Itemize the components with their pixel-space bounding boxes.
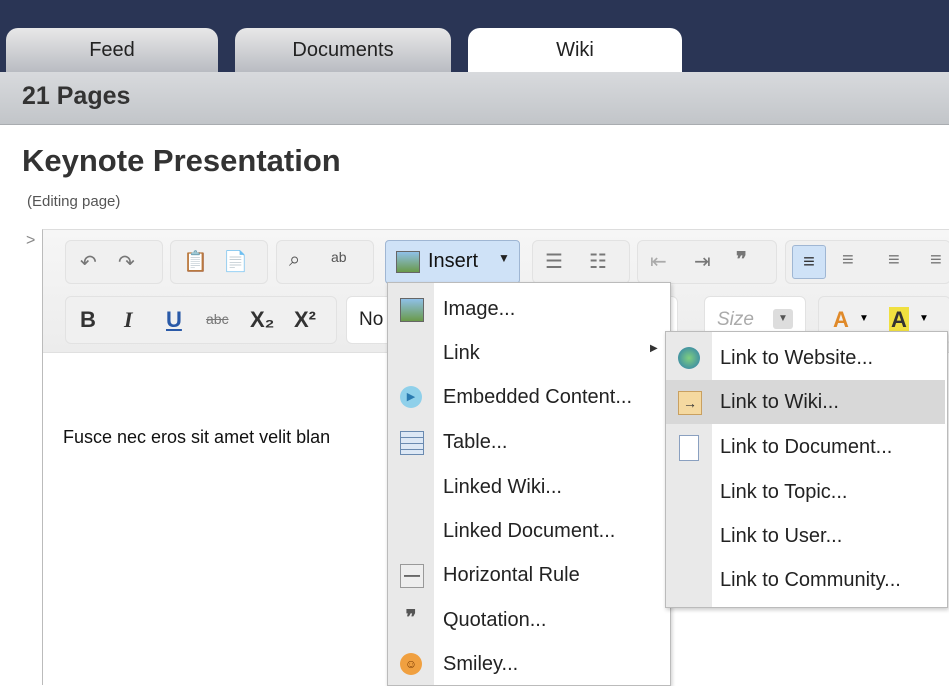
horizontal-rule-icon: — [400,564,424,588]
bullet-list-icon[interactable]: ☷ [589,249,607,274]
submenu-item-link-wiki[interactable]: → Link to Wiki... [666,380,945,424]
submenu-arrow-icon: ▶ [650,343,658,354]
globe-icon [678,347,700,369]
insert-button-label: Insert [428,250,479,272]
align-right-icon[interactable]: ≡ [888,249,900,272]
align-center-icon[interactable]: ≡ [842,249,854,272]
size-chevron-down-icon: ▼ [773,309,793,329]
submenu-item-link-website-label: Link to Website... [720,347,874,369]
chevron-down-icon: ▼ [498,251,510,265]
submenu-item-link-community-label: Link to Community... [720,569,901,591]
submenu-item-link-user-label: Link to User... [720,525,843,547]
strikethrough-button[interactable]: abc [206,311,229,327]
menu-item-linked-document-label: Linked Document... [443,520,616,542]
menu-item-embedded-content-label: Embedded Content... [443,386,633,408]
menu-item-embedded-content[interactable]: ▶ Embedded Content... [388,375,668,419]
find-group: ⌕ ab [276,240,374,284]
underline-button[interactable]: U [166,307,182,333]
submenu-item-link-document-label: Link to Document... [720,436,893,458]
submenu-item-link-topic-label: Link to Topic... [720,481,848,503]
smiley-icon: ☺ [400,653,422,675]
submenu-item-link-wiki-label: Link to Wiki... [720,391,839,413]
menu-item-link-label: Link [443,342,480,364]
submenu-item-link-website[interactable]: Link to Website... [666,336,945,380]
indent-icon[interactable]: ⇥ [694,249,711,274]
bold-button[interactable]: B [80,307,96,333]
menu-item-smiley[interactable]: ☺ Smiley... [388,642,668,684]
collapse-toggle-icon[interactable]: > [26,232,35,250]
align-left-icon[interactable]: ≡ [792,245,826,279]
menu-item-table[interactable]: Table... [388,420,668,464]
menu-item-quotation[interactable]: ❞ Quotation... [388,598,668,642]
menu-item-image-label: Image... [443,298,516,320]
text-color-icon[interactable]: A [833,307,849,333]
list-group: ☰ ☷ [532,240,630,284]
tab-feed-label: Feed [89,39,135,61]
menu-item-table-label: Table... [443,431,508,453]
subscript-button[interactable]: X₂ [250,307,274,333]
menu-item-linked-document[interactable]: Linked Document... [388,509,668,553]
indent-group: ⇤ ⇥ ❞ [637,240,777,284]
quotation-icon: ❞ [405,607,417,629]
paste-group: 📋 📄 [170,240,268,284]
wiki-link-icon: → [678,391,702,415]
submenu-item-link-community[interactable]: Link to Community... [666,558,945,602]
pages-count: 21 Pages [22,82,131,110]
menu-item-quotation-label: Quotation... [443,609,547,631]
play-icon: ▶ [400,386,422,408]
menu-item-horizontal-rule[interactable]: — Horizontal Rule [388,553,668,597]
tab-documents-label: Documents [292,39,394,61]
menu-item-link[interactable]: Link ▶ [388,331,668,375]
menu-item-smiley-label: Smiley... [443,653,519,675]
undo-icon[interactable]: ↶ [80,250,97,275]
outdent-icon[interactable]: ⇤ [650,249,667,274]
paste-icon[interactable]: 📋 [183,249,208,274]
find-icon[interactable]: ⌕ [289,249,300,272]
submenu-item-link-topic[interactable]: Link to Topic... [666,470,945,514]
page-title: Keynote Presentation [22,143,341,178]
format-group: B I U abc X₂ X² [65,296,337,344]
align-group: ≡ ≡ ≡ ≡ [785,240,949,284]
tab-wiki[interactable]: Wiki [468,28,682,72]
menu-item-linked-wiki-label: Linked Wiki... [443,476,562,498]
replace-icon[interactable]: ab [331,249,347,265]
insert-image-icon [396,251,420,273]
image-icon [400,298,424,322]
submenu-item-link-user[interactable]: Link to User... [666,514,945,558]
submenu-item-link-document[interactable]: Link to Document... [666,425,945,469]
font-select-value: No [359,309,384,330]
redo-icon[interactable]: ↷ [118,250,135,275]
tab-wiki-label: Wiki [556,39,594,61]
italic-button[interactable]: I [124,307,133,333]
highlight-color-icon[interactable]: A [889,307,909,333]
superscript-button[interactable]: X² [294,307,316,333]
pages-bar: 21 Pages [0,72,949,125]
text-color-chevron-icon[interactable]: ▼ [859,313,869,324]
editor-body-text[interactable]: Fusce nec eros sit amet velit blan [63,427,330,448]
size-select-placeholder: Size [717,309,754,330]
insert-button[interactable]: Insert ▼ [385,240,520,284]
paste-word-icon[interactable]: 📄 [223,249,248,274]
menu-item-image[interactable]: Image... [388,287,668,331]
menu-item-linked-wiki[interactable]: Linked Wiki... [388,465,668,509]
tab-documents[interactable]: Documents [235,28,451,72]
blockquote-icon[interactable]: ❞ [736,247,747,272]
undo-redo-group: ↶ ↷ [65,240,163,284]
highlight-color-chevron-icon[interactable]: ▼ [919,313,929,324]
numbered-list-icon[interactable]: ☰ [545,249,563,274]
align-justify-icon[interactable]: ≡ [930,249,942,272]
table-icon [400,431,424,455]
tab-feed[interactable]: Feed [6,28,218,72]
document-icon [679,435,699,461]
page-status: (Editing page) [27,193,121,210]
menu-item-horizontal-rule-label: Horizontal Rule [443,564,580,586]
